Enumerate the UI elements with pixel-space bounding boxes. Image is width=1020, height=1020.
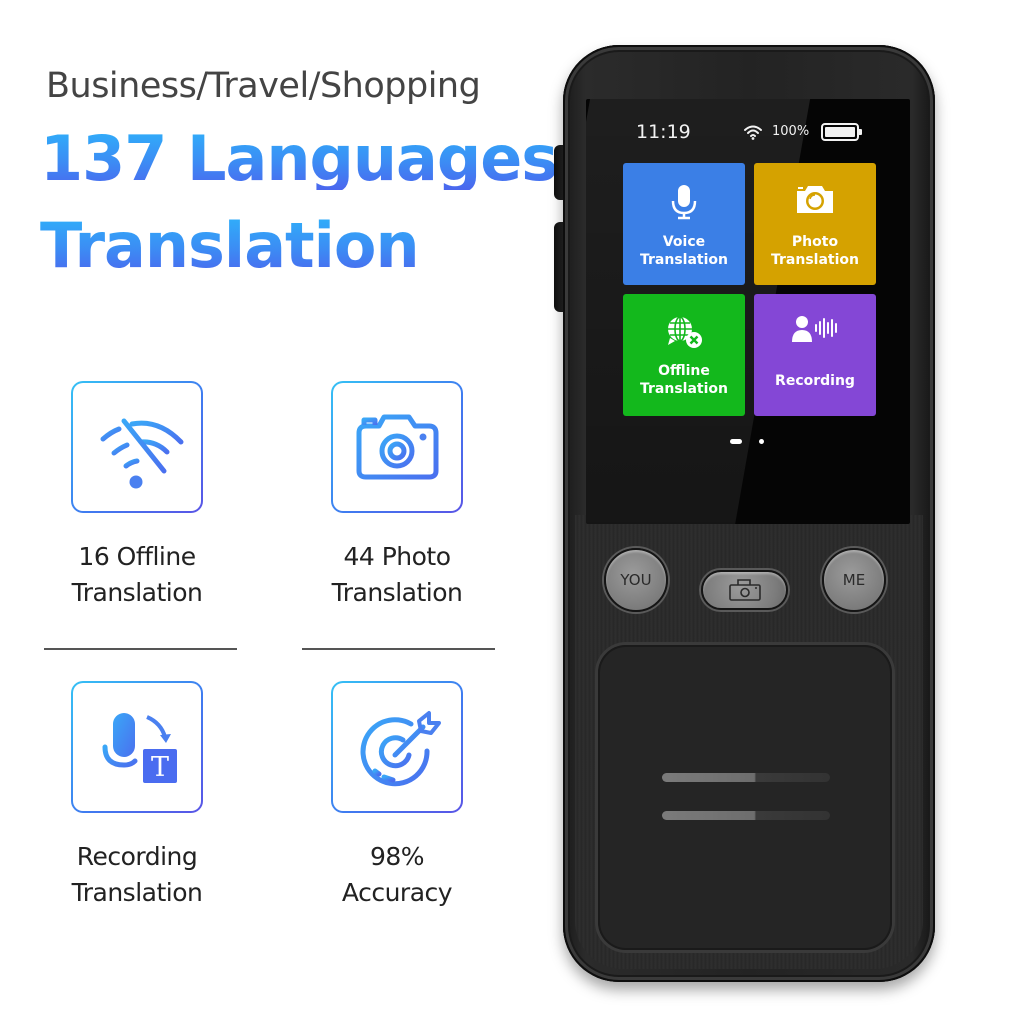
- device-screen: 11:19 100% Voice Translation Photo Trans…: [586, 99, 910, 524]
- speaker-grill: [662, 773, 830, 782]
- you-button[interactable]: YOU: [604, 548, 668, 612]
- camera-icon: [356, 414, 439, 480]
- battery-percent: 100%: [772, 124, 810, 139]
- status-bar: 11:19 100%: [586, 121, 910, 145]
- feature-label: 98% Accuracy: [341, 842, 453, 907]
- headline-line-2: Translation: [40, 209, 420, 282]
- microphone-icon: [671, 185, 697, 220]
- target-icon: [360, 711, 441, 787]
- page-dot[interactable]: [759, 439, 764, 444]
- tile-offline-translation[interactable]: Offline Translation: [623, 294, 745, 416]
- mic-to-text-icon: T: [102, 713, 177, 783]
- wifi-off-icon: [100, 418, 184, 489]
- wifi-icon: [744, 125, 762, 140]
- subtitle: Business/Travel/Shopping: [46, 66, 481, 106]
- feature-label: 16 Offline Translation: [71, 542, 203, 607]
- globe-offline-icon: [668, 316, 702, 348]
- feature-icon-frame: [331, 681, 463, 813]
- feature-icon-frame: [331, 381, 463, 513]
- feature-label: 44 Photo Translation: [331, 542, 463, 607]
- recording-icon: [792, 316, 837, 342]
- camera-button[interactable]: [701, 570, 788, 610]
- camera-icon: [728, 579, 761, 601]
- page-dot-active[interactable]: [730, 439, 742, 444]
- speaker-pad: [598, 645, 892, 950]
- tile-photo-translation[interactable]: Photo Translation: [754, 163, 876, 285]
- feature-icon-frame: T: [71, 681, 203, 813]
- me-button[interactable]: ME: [822, 548, 886, 612]
- tile-recording[interactable]: Recording: [754, 294, 876, 416]
- svg-text:T: T: [151, 752, 169, 783]
- status-time: 11:19: [636, 121, 691, 143]
- divider: [302, 648, 495, 650]
- headline-line-1: 137 Languages: [40, 122, 558, 195]
- tile-voice-translation[interactable]: Voice Translation: [623, 163, 745, 285]
- page-indicator: [586, 439, 910, 445]
- camera-icon: [797, 186, 833, 213]
- battery-icon: [821, 123, 862, 141]
- speaker-grill: [662, 811, 830, 820]
- translator-device: 11:19 100% Voice Translation Photo Trans…: [563, 45, 935, 982]
- feature-label: Recording Translation: [71, 842, 203, 907]
- divider: [44, 648, 237, 650]
- feature-icon-frame: [71, 381, 203, 513]
